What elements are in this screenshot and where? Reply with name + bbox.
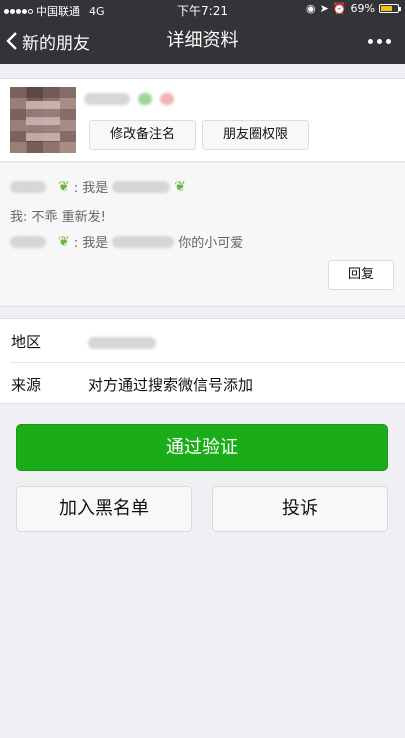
location-arrow-icon: ➤ bbox=[319, 2, 329, 15]
source-row: 来源 对方通过搜索微信号添加 bbox=[0, 362, 405, 405]
redacted-name bbox=[10, 235, 46, 248]
redacted-name bbox=[112, 180, 171, 193]
region-value-redacted bbox=[88, 335, 156, 353]
leaf-emoji-icon: ❦ bbox=[58, 178, 70, 195]
message-line-3: ❦ : 我是 你的小可爱 bbox=[10, 232, 243, 251]
nickname-redacted bbox=[84, 93, 174, 105]
verification-messages: ❦ : 我是 ❦ 我: 不乖 重新发! ❦ : 我是 你的小可爱 回复 bbox=[0, 163, 405, 307]
source-value: 对方通过搜索微信号添加 bbox=[88, 376, 254, 394]
accept-verification-button[interactable]: 通过验证 bbox=[16, 424, 388, 471]
navigation-bar: 新的朋友 详细资料 bbox=[0, 18, 405, 64]
status-bar: 中国联通 4G 下午7:21 ◉ ➤ ⏰ 69% bbox=[0, 0, 405, 18]
report-button[interactable]: 投诉 bbox=[212, 486, 388, 532]
region-row: 地区 bbox=[0, 319, 405, 363]
message-3-suffix: 你的小可爱 bbox=[178, 236, 244, 251]
redacted-name bbox=[112, 235, 175, 248]
chevron-left-icon bbox=[6, 32, 17, 50]
status-right: ◉ ➤ ⏰ 69% bbox=[306, 2, 401, 15]
info-list: 地区 来源 对方通过搜索微信号添加 bbox=[0, 318, 405, 404]
avatar[interactable] bbox=[10, 87, 76, 153]
lock-rotation-icon: ◉ bbox=[306, 2, 316, 15]
redacted-name bbox=[10, 180, 46, 193]
back-label: 新的朋友 bbox=[22, 33, 90, 54]
message-line-2: 我: 不乖 重新发! bbox=[10, 210, 106, 225]
region-label: 地区 bbox=[11, 333, 42, 351]
battery-percent: 69% bbox=[350, 2, 375, 15]
more-dots-icon[interactable] bbox=[368, 18, 391, 64]
leaf-emoji-icon: ❦ bbox=[174, 178, 186, 195]
reply-button[interactable]: 回复 bbox=[328, 260, 394, 290]
leaf-emoji-icon: ❦ bbox=[58, 233, 70, 250]
add-to-blacklist-button[interactable]: 加入黑名单 bbox=[16, 486, 192, 532]
moments-permission-button[interactable]: 朋友圈权限 bbox=[202, 120, 309, 150]
message-line-1: ❦ : 我是 ❦ bbox=[10, 177, 186, 196]
alarm-icon: ⏰ bbox=[332, 2, 347, 15]
edit-remark-button[interactable]: 修改备注名 bbox=[89, 120, 196, 150]
back-button[interactable]: 新的朋友 bbox=[6, 18, 90, 64]
source-label: 来源 bbox=[11, 376, 42, 394]
message-1-text: : 我是 bbox=[73, 181, 109, 196]
profile-card: 修改备注名 朋友圈权限 bbox=[0, 78, 405, 162]
message-3-prefix: : 我是 bbox=[73, 236, 109, 251]
battery-icon bbox=[379, 4, 401, 13]
